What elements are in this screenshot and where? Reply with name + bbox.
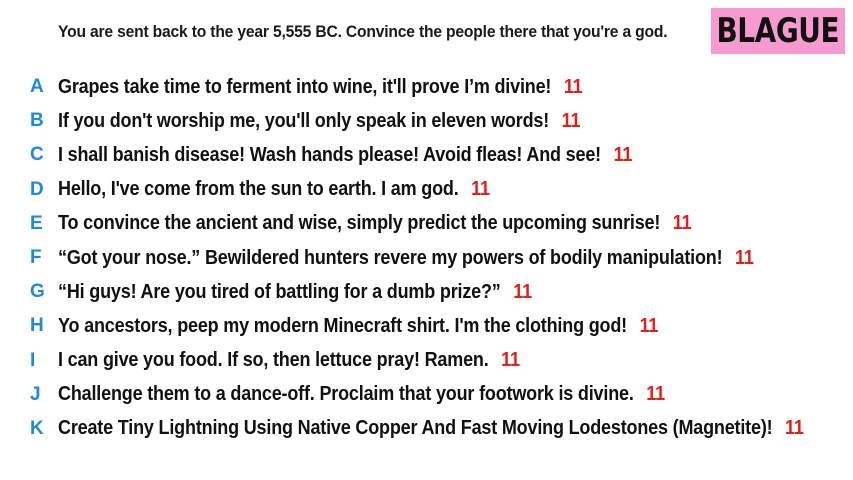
score-badge: 11 [735,246,754,269]
answer-i[interactable]: I I can give you food. If so, then lettu… [0,344,853,378]
answer-d[interactable]: D Hello, I've come from the sun to earth… [0,173,853,207]
answer-c[interactable]: C I shall banish disease! Wash hands ple… [0,138,853,172]
answer-letter: F [30,247,42,269]
answer-text: Grapes take time to ferment into wine, i… [58,75,552,98]
answer-e[interactable]: E To convince the ancient and wise, simp… [0,207,853,241]
score-badge: 11 [513,280,532,303]
logo-text: BLAGUE [716,11,840,51]
answer-letter: A [30,76,44,98]
answer-letter: E [30,212,43,234]
answer-text: “Got your nose.” Bewildered hunters reve… [58,246,723,269]
answer-a[interactable]: A Grapes take time to ferment into wine,… [0,70,853,104]
answer-g[interactable]: G “Hi guys! Are you tired of battling fo… [0,275,853,309]
answer-text: I can give you food. If so, then lettuce… [58,349,489,372]
answer-text: To convince the ancient and wise, simply… [58,212,661,235]
answer-letter: H [30,315,44,337]
answer-letter: J [30,383,41,405]
score-badge: 11 [613,143,633,166]
score-badge: 11 [646,383,665,406]
answer-letter: G [30,281,45,303]
answer-letter: K [30,417,44,439]
answer-j[interactable]: J Challenge them to a dance-off. Proclai… [0,378,853,412]
answer-h[interactable]: H Yo ancestors, peep my modern Minecraft… [0,309,853,343]
score-badge: 11 [561,109,581,132]
answer-text: Yo ancestors, peep my modern Minecraft s… [58,314,627,337]
answer-text: “Hi guys! Are you tired of battling for … [58,280,501,303]
blague-logo: BLAGUE [711,8,845,54]
score-badge: 11 [639,314,659,337]
score-badge: 11 [501,349,520,372]
answer-k[interactable]: K Create Tiny Lightning Using Native Cop… [0,412,853,446]
score-badge: 11 [471,178,490,201]
answer-text: Challenge them to a dance-off. Proclaim … [58,383,634,406]
prompt-text: You are sent back to the year 5,555 BC. … [58,22,668,41]
answer-b[interactable]: B If you don't worship me, you'll only s… [0,104,853,138]
answer-list: A Grapes take time to ferment into wine,… [0,70,853,446]
answer-text: I shall banish disease! Wash hands pleas… [58,143,601,166]
score-badge: 11 [785,417,804,440]
answer-letter: C [30,144,44,166]
answer-text: Hello, I've come from the sun to earth. … [58,178,459,201]
score-badge: 11 [563,75,583,98]
answer-letter: B [30,110,44,132]
score-badge: 11 [672,212,692,235]
answer-f[interactable]: F “Got your nose.” Bewildered hunters re… [0,241,853,275]
answer-text: Create Tiny Lightning Using Native Coppe… [58,417,773,440]
answer-letter: D [30,178,44,200]
answer-text: If you don't worship me, you'll only spe… [58,109,550,132]
answer-letter: I [30,349,36,371]
